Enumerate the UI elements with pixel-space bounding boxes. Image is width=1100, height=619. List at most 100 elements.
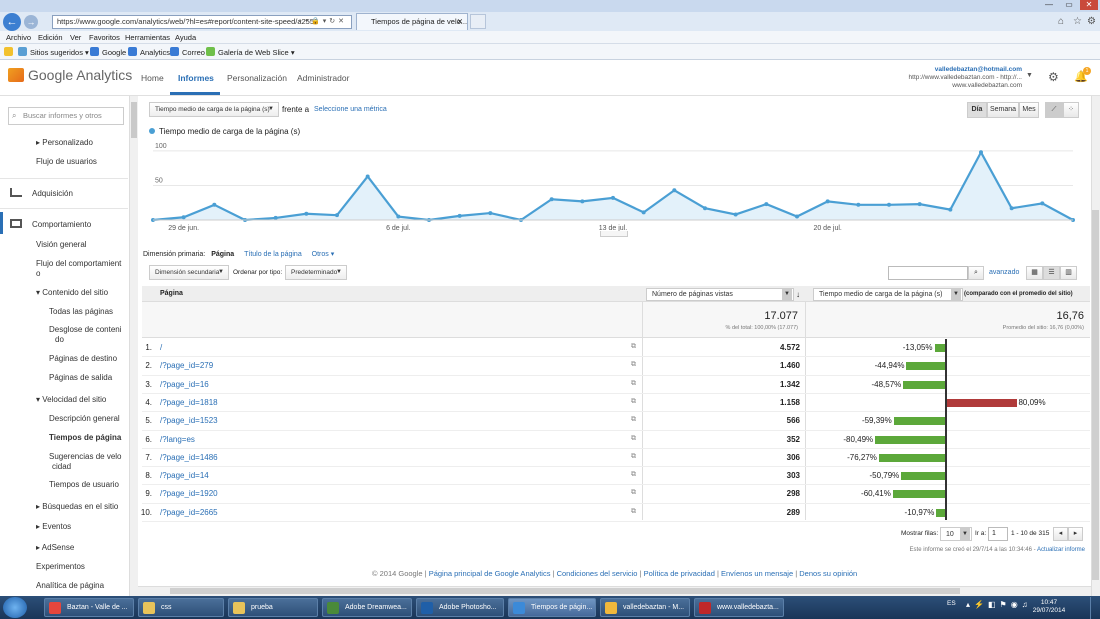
- fav-correo[interactable]: Correo: [170, 47, 205, 57]
- tray-icons[interactable]: ▴⚡◧⚑◉♫: [966, 600, 1032, 609]
- data-point[interactable]: [335, 213, 339, 218]
- data-point[interactable]: [212, 202, 217, 207]
- secondary-dimension-select[interactable]: Dimensión secundaria ▼: [149, 265, 229, 280]
- data-point[interactable]: [979, 150, 983, 155]
- data-point[interactable]: [825, 199, 830, 204]
- close-window-icon[interactable]: ✕: [1080, 0, 1098, 10]
- taskbar-item[interactable]: Adobe Photosho...: [416, 598, 504, 617]
- data-point[interactable]: [488, 211, 493, 216]
- start-button-icon[interactable]: [3, 597, 27, 618]
- data-point[interactable]: [611, 195, 615, 200]
- data-point[interactable]: [365, 174, 370, 179]
- period-week-button[interactable]: Semana: [987, 102, 1019, 118]
- row-page-link[interactable]: /?page_id=279: [160, 361, 213, 370]
- col-header-page[interactable]: Página: [160, 290, 183, 297]
- data-point[interactable]: [304, 211, 309, 216]
- address-bar[interactable]: https://www.google.com/analytics/web/?hl…: [52, 15, 352, 29]
- fav-sitios-sugeridos[interactable]: Sitios sugeridos ▾: [18, 47, 89, 57]
- nav-home[interactable]: Home: [141, 73, 164, 83]
- footer-link-contact[interactable]: Envíenos un mensaje: [721, 569, 793, 578]
- row-page-link[interactable]: /?page_id=14: [160, 471, 209, 480]
- footer-link-terms[interactable]: Condiciones del servicio: [557, 569, 638, 578]
- row-page-link[interactable]: /?page_id=1486: [160, 453, 218, 462]
- advanced-filter-link[interactable]: avanzado: [989, 269, 1019, 276]
- data-point[interactable]: [733, 212, 738, 217]
- menu-herramientas[interactable]: Herramientas: [125, 33, 170, 42]
- sidebar-scrollbar[interactable]: [130, 96, 138, 596]
- tab-active[interactable]: Tiempos de página de velo... ✕: [356, 13, 468, 30]
- primary-dim-page[interactable]: Página: [211, 251, 234, 258]
- tray-lang[interactable]: ES: [947, 600, 956, 607]
- data-point[interactable]: [457, 213, 462, 218]
- tray-clock[interactable]: 10:47 29/07/2014: [1030, 599, 1068, 615]
- address-actions-icon[interactable]: ⌕▾🔒▾↻✕: [298, 16, 347, 28]
- footer-link-privacy[interactable]: Política de privacidad: [644, 569, 715, 578]
- footer-link-ga-home[interactable]: Página principal de Google Analytics: [429, 569, 551, 578]
- fav-google[interactable]: Google: [90, 47, 126, 57]
- menu-edicion[interactable]: Edición: [38, 33, 63, 42]
- data-point[interactable]: [703, 206, 707, 211]
- menu-ver[interactable]: Ver: [70, 33, 81, 42]
- minimize-icon[interactable]: —: [1040, 0, 1058, 10]
- forward-icon[interactable]: →: [24, 15, 38, 29]
- fav-web-slice[interactable]: Galería de Web Slice ▾: [206, 47, 295, 57]
- timeline-chart[interactable]: 5010029 de jun. 6 de jul. 13 de jul. 20 de …: [138, 138, 1088, 238]
- sidebar-scroll-thumb[interactable]: [131, 102, 137, 138]
- row-page-link[interactable]: /?page_id=1920: [160, 489, 218, 498]
- fav-analytics[interactable]: Analytics: [128, 47, 170, 57]
- nav-informes[interactable]: Informes: [178, 73, 214, 83]
- show-rows-select[interactable]: 10 ▼: [940, 527, 972, 541]
- update-report-link[interactable]: Actualizar informe: [1037, 547, 1085, 553]
- data-point[interactable]: [887, 202, 891, 207]
- comparison-view-icon[interactable]: ☰: [1043, 266, 1060, 280]
- external-link-icon[interactable]: ⧉: [631, 453, 636, 461]
- metric-select[interactable]: Tiempo medio de carga de la página (s) ▼: [149, 102, 279, 117]
- prev-page-icon[interactable]: ◂: [1053, 527, 1068, 541]
- external-link-icon[interactable]: ⧉: [631, 508, 636, 516]
- home-icon[interactable]: ⌂: [1058, 16, 1064, 27]
- tools-gear-icon[interactable]: ⚙: [1087, 16, 1096, 27]
- data-point[interactable]: [856, 202, 861, 207]
- data-point[interactable]: [795, 214, 799, 219]
- table-filter-input[interactable]: [888, 266, 968, 280]
- row-page-link[interactable]: /?page_id=2665: [160, 508, 218, 517]
- data-point[interactable]: [1040, 201, 1045, 206]
- settings-gear-icon[interactable]: ⚙: [1048, 70, 1059, 84]
- taskbar-item[interactable]: www.valledebazta...: [694, 598, 784, 617]
- data-point[interactable]: [1009, 206, 1014, 211]
- taskbar-item[interactable]: Tiempos de págin...: [508, 598, 596, 617]
- back-icon[interactable]: ←: [3, 13, 21, 31]
- goto-input[interactable]: 1: [988, 527, 1008, 541]
- show-desktop-button[interactable]: [1090, 597, 1100, 619]
- primary-dim-title[interactable]: Título de la página: [244, 251, 302, 258]
- menu-ayuda[interactable]: Ayuda: [175, 33, 196, 42]
- sidebar-item-adquisicion[interactable]: Adquisición: [10, 188, 138, 198]
- favorites-star-button[interactable]: [4, 47, 16, 57]
- data-point[interactable]: [396, 214, 401, 219]
- external-link-icon[interactable]: ⧉: [631, 435, 636, 443]
- ga-logo[interactable]: Google Analytics: [8, 67, 132, 83]
- data-point[interactable]: [641, 210, 646, 215]
- data-point[interactable]: [917, 202, 922, 207]
- menu-favoritos[interactable]: Favoritos: [89, 33, 120, 42]
- filter-search-icon[interactable]: ⌕: [968, 266, 984, 280]
- line-chart-icon[interactable]: ⟋: [1045, 102, 1063, 118]
- new-tab-button[interactable]: [470, 14, 486, 29]
- account-chevron-down-icon[interactable]: ▼: [1026, 72, 1033, 79]
- taskbar-item[interactable]: Adobe Dreamwea...: [322, 598, 412, 617]
- chart-legend[interactable]: Tiempo medio de carga de la página (s): [149, 127, 300, 136]
- data-point[interactable]: [580, 199, 585, 204]
- external-link-icon[interactable]: ⧉: [631, 489, 636, 497]
- pivot-view-icon[interactable]: ▥: [1060, 266, 1077, 280]
- sort-select[interactable]: Predeterminado ▼: [285, 265, 347, 280]
- footer-link-feedback[interactable]: Denos su opinión: [799, 569, 857, 578]
- table-view-icon[interactable]: ▦: [1026, 266, 1043, 280]
- col-views-select[interactable]: Número de páginas vistas ▼: [646, 288, 794, 301]
- row-page-link[interactable]: /: [160, 343, 162, 352]
- nav-personalizacion[interactable]: Personalización: [227, 73, 287, 83]
- external-link-icon[interactable]: ⧉: [631, 398, 636, 406]
- chart-resize-handle[interactable]: [600, 231, 628, 237]
- external-link-icon[interactable]: ⧉: [631, 361, 636, 369]
- page-scroll-thumb[interactable]: [1092, 210, 1099, 580]
- col-time-select[interactable]: Tiempo medio de carga de la página (s) ▼: [813, 288, 963, 301]
